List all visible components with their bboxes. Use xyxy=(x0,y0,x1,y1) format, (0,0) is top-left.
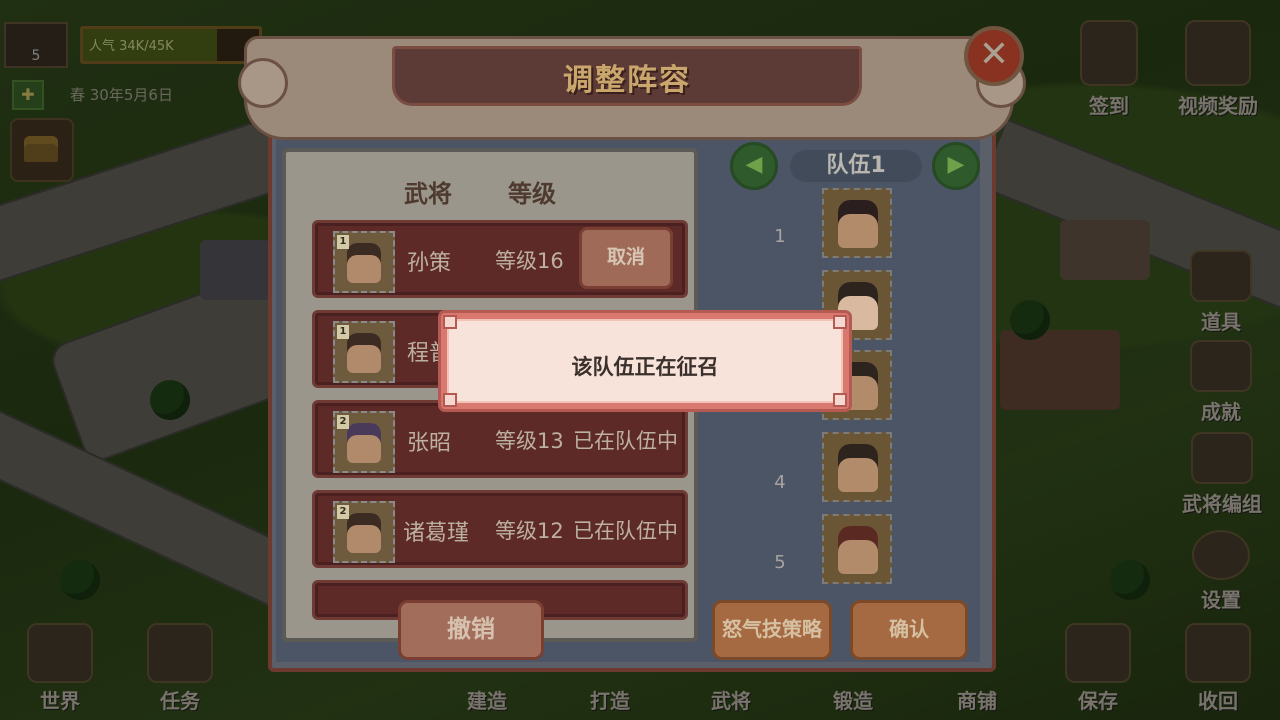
toast-corner xyxy=(443,393,457,407)
scroll-curl-left xyxy=(238,58,288,108)
general-row[interactable]: 1 孙策 等级16 取消 xyxy=(312,220,688,298)
cancel-button[interactable]: 取消 xyxy=(579,227,673,289)
general-portrait: 2 xyxy=(333,411,395,473)
toast-corner xyxy=(443,315,457,329)
general-name: 孙策 xyxy=(407,251,452,276)
team-label: 队伍1 xyxy=(790,150,922,182)
dialog-title: 调整阵容 xyxy=(563,63,691,98)
team-slot[interactable] xyxy=(822,432,892,502)
team-slot[interactable] xyxy=(822,188,892,258)
close-icon[interactable]: ✕ xyxy=(964,26,1024,86)
general-name: 诸葛瑾 xyxy=(403,521,470,546)
confirm-button[interactable]: 确认 xyxy=(850,600,968,660)
title-band: 调整阵容 xyxy=(392,46,862,106)
general-status: 已在队伍中 xyxy=(573,519,678,543)
general-face xyxy=(838,200,878,248)
general-face xyxy=(347,243,381,283)
general-level: 等级13 xyxy=(495,429,564,453)
arrow-right-icon[interactable]: ▶ xyxy=(932,142,980,190)
general-portrait: 2 xyxy=(333,501,395,563)
general-level: 等级12 xyxy=(495,519,564,543)
general-face xyxy=(838,526,878,574)
general-face xyxy=(347,333,381,373)
revoke-button[interactable]: 撤销 xyxy=(398,600,544,660)
rank-badge: 2 xyxy=(337,505,349,519)
general-face xyxy=(347,423,381,463)
column-general: 武将 xyxy=(404,180,452,208)
general-portrait: 1 xyxy=(333,321,395,383)
general-status: 已在队伍中 xyxy=(573,429,678,453)
toast-message: 该队伍正在征召 xyxy=(441,313,849,409)
slot-number: 5 xyxy=(774,552,786,573)
toast-text: 该队伍正在征召 xyxy=(571,355,719,379)
general-face xyxy=(347,513,381,553)
column-level: 等级 xyxy=(508,180,556,208)
general-face xyxy=(838,444,878,492)
title-plate: 调整阵容 xyxy=(238,36,1026,140)
general-name: 张昭 xyxy=(407,431,452,456)
rank-badge: 1 xyxy=(337,235,349,249)
slot-number: 1 xyxy=(774,226,786,247)
rank-badge: 2 xyxy=(337,415,349,429)
general-row[interactable]: 2 诸葛瑾 等级12 已在队伍中 xyxy=(312,490,688,568)
general-portrait: 1 xyxy=(333,231,395,293)
slot-number: 4 xyxy=(774,472,786,493)
general-level: 等级16 xyxy=(495,249,564,273)
toast-corner xyxy=(833,315,847,329)
rage-skill-button[interactable]: 怒气技策略 xyxy=(712,600,832,660)
arrow-left-icon[interactable]: ◀ xyxy=(730,142,778,190)
team-slot[interactable] xyxy=(822,514,892,584)
rank-badge: 1 xyxy=(337,325,349,339)
general-row[interactable]: 2 张昭 等级13 已在队伍中 xyxy=(312,400,688,478)
toast-corner xyxy=(833,393,847,407)
